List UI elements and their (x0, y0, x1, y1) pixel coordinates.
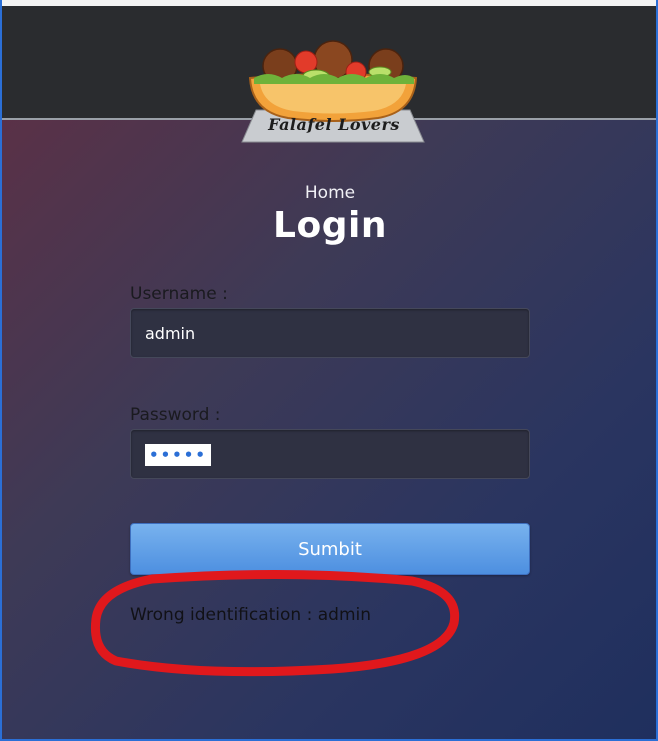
submit-button[interactable]: Sumbit (130, 523, 530, 575)
username-input[interactable] (131, 309, 529, 357)
page-title: Login (273, 205, 387, 246)
username-field-container[interactable] (130, 308, 530, 358)
password-input-mask[interactable]: ••••• (145, 444, 211, 466)
logo-text: Falafel Lovers (268, 115, 400, 134)
browser-frame: Falafel Lovers Home Login Username : Pas… (0, 0, 658, 741)
password-field[interactable]: ••••• (130, 429, 530, 479)
error-message: Wrong identification : admin (130, 605, 372, 625)
breadcrumb-home[interactable]: Home (2, 183, 656, 203)
username-label: Username : (130, 284, 228, 304)
password-label: Password : (130, 405, 221, 425)
